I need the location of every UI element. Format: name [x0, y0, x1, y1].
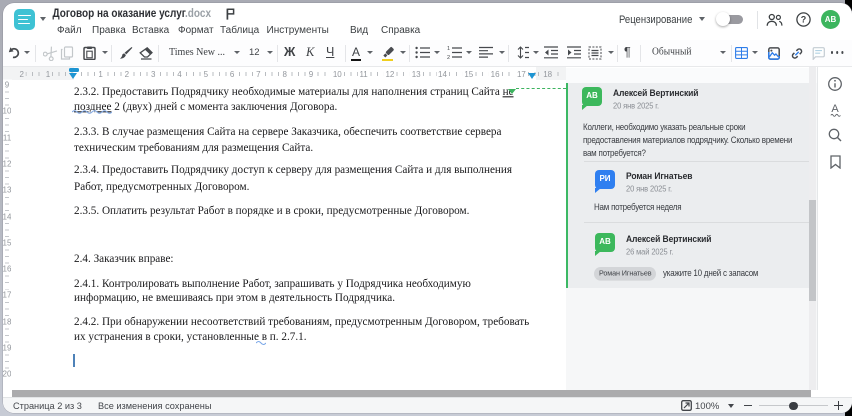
svg-text:?: ?: [801, 15, 807, 25]
svg-text:2: 2: [447, 55, 450, 59]
svg-text:1: 1: [447, 46, 450, 52]
svg-text:А: А: [831, 103, 839, 115]
